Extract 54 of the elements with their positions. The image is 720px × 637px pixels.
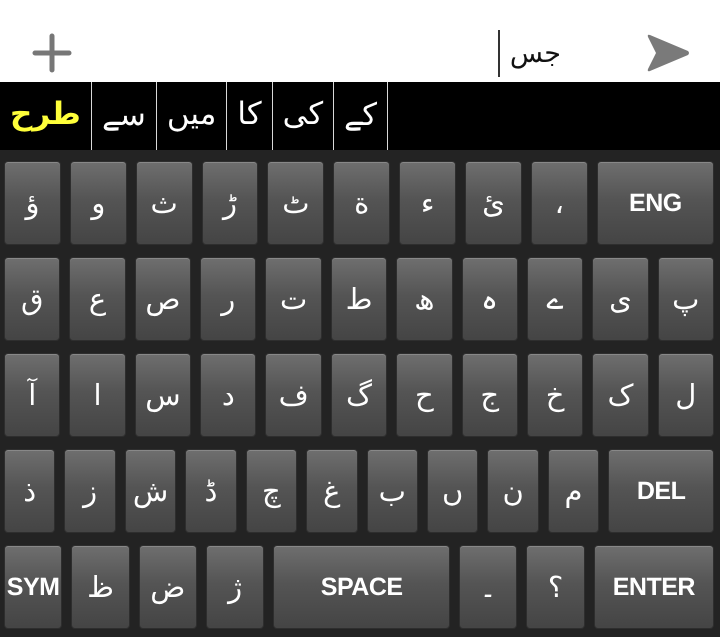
letter-key[interactable]: ض xyxy=(138,545,197,629)
letter-key[interactable]: ے xyxy=(526,257,584,341)
letter-key[interactable]: ش xyxy=(124,449,176,533)
letter-key[interactable]: چ xyxy=(246,449,298,533)
letter-key[interactable]: ا xyxy=(69,353,126,437)
letter-key[interactable]: ھ xyxy=(396,257,453,341)
letter-key[interactable]: ز xyxy=(64,449,116,533)
letter-key[interactable]: گ xyxy=(330,353,388,437)
letter-key[interactable]: ت xyxy=(265,257,322,341)
letter-key[interactable]: ، xyxy=(530,161,588,245)
letter-key[interactable]: ں xyxy=(426,449,478,533)
letter-key[interactable]: ب xyxy=(366,449,418,533)
letter-key[interactable]: س xyxy=(134,353,192,437)
action-key[interactable]: ENG xyxy=(596,161,714,245)
letter-key[interactable]: ذ xyxy=(4,449,56,533)
letter-key[interactable]: ر xyxy=(200,257,256,341)
letter-key[interactable]: ی xyxy=(592,257,649,341)
letter-key[interactable]: ق xyxy=(4,257,60,341)
letter-key[interactable]: ج xyxy=(462,353,518,437)
letter-key[interactable]: ظ xyxy=(71,545,130,629)
letter-key[interactable]: د xyxy=(200,353,256,437)
letter-key[interactable]: ث xyxy=(136,161,193,245)
letter-key[interactable]: ڈ xyxy=(185,449,237,533)
letter-key[interactable]: ک xyxy=(592,353,649,437)
letter-key[interactable]: م xyxy=(548,449,600,533)
space-key[interactable]: SPACE xyxy=(273,545,450,629)
letter-key[interactable]: خ xyxy=(526,353,584,437)
symbols-key[interactable]: SYM xyxy=(4,545,62,629)
message-field[interactable]: جس xyxy=(100,26,621,80)
arrow-icon[interactable] xyxy=(646,34,690,72)
letter-key[interactable]: غ xyxy=(306,449,358,533)
letter-key[interactable]: ۔ xyxy=(459,545,518,629)
letter-key[interactable]: ؟ xyxy=(526,545,585,629)
letter-key[interactable]: ئ xyxy=(465,161,522,245)
letter-key[interactable]: ط xyxy=(330,257,388,341)
letter-key[interactable]: ڑ xyxy=(202,161,258,245)
plus-icon[interactable] xyxy=(32,33,72,73)
letter-key[interactable]: ن xyxy=(487,449,539,533)
action-key[interactable]: ENTER xyxy=(594,545,714,629)
letter-key[interactable]: ع xyxy=(69,257,126,341)
action-key[interactable]: DEL xyxy=(608,449,714,533)
letter-key[interactable]: آ xyxy=(4,353,60,437)
letter-key[interactable]: ہ xyxy=(462,257,518,341)
letter-key[interactable]: پ xyxy=(658,257,714,341)
letter-key[interactable]: ص xyxy=(134,257,192,341)
letter-key[interactable]: ح xyxy=(396,353,453,437)
letter-key[interactable]: ٹ xyxy=(267,161,324,245)
letter-key[interactable]: ژ xyxy=(206,545,264,629)
letter-key[interactable]: ف xyxy=(265,353,322,437)
letter-key[interactable]: ة xyxy=(333,161,390,245)
letter-key[interactable]: و xyxy=(70,161,127,245)
letter-key[interactable]: ل xyxy=(658,353,714,437)
letter-key[interactable]: ؤ xyxy=(4,161,61,245)
letter-key[interactable]: ء xyxy=(399,161,456,245)
